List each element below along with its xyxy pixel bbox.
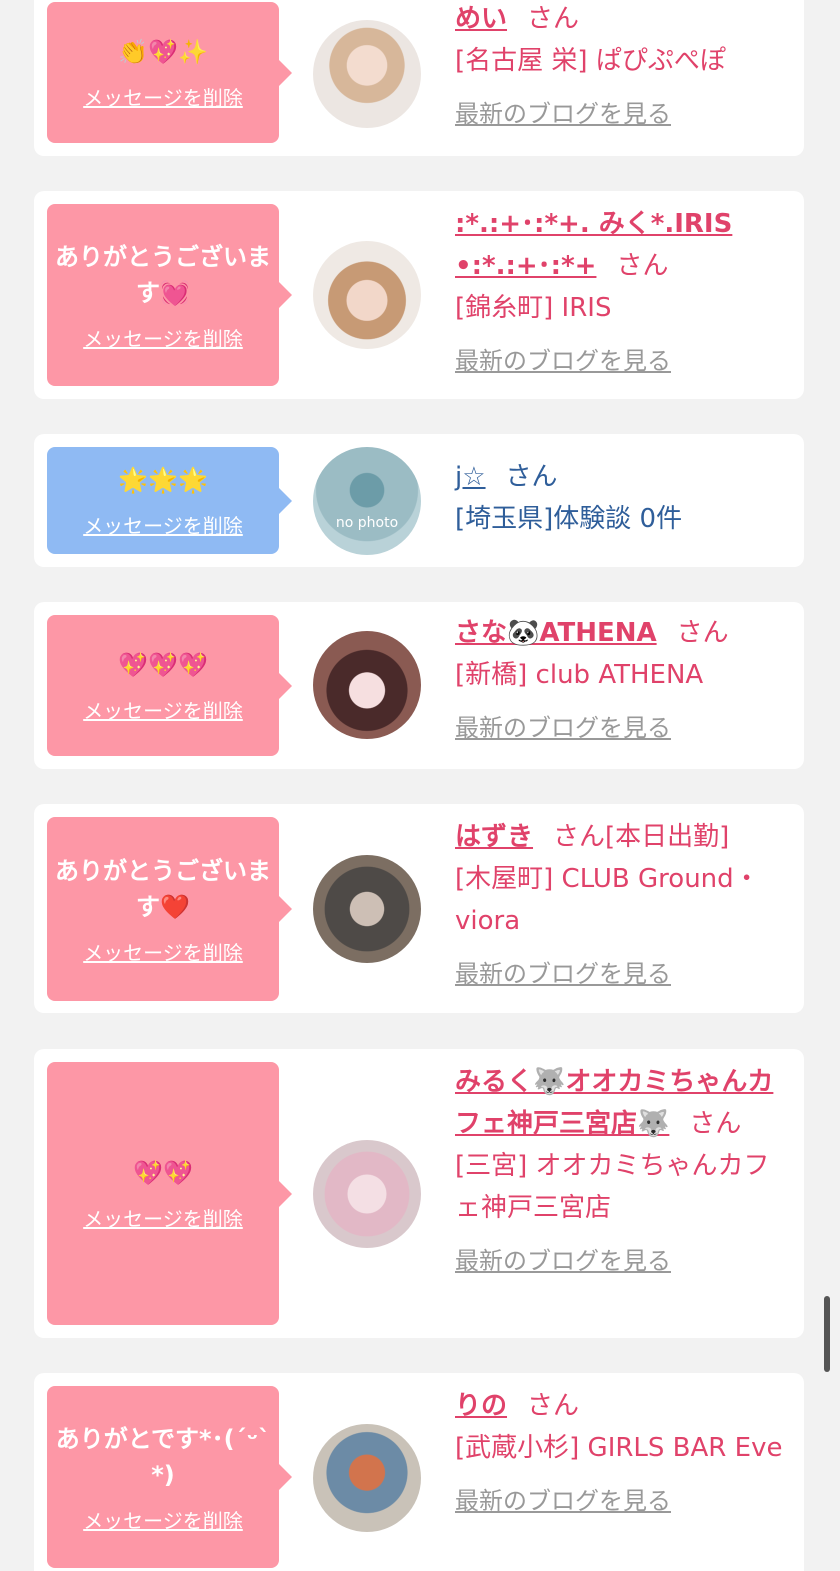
delete-message-link[interactable]: メッセージを削除 xyxy=(83,510,243,539)
latest-blog-link[interactable]: 最新のブログを見る xyxy=(455,341,671,376)
avatar[interactable]: no photo xyxy=(313,447,421,555)
message-bubble: ありがとです*･(ˊᵕˋ*) メッセージを削除 xyxy=(47,1386,292,1568)
name-line: j☆ さん xyxy=(455,456,791,498)
user-region-reviews: [埼玉県]体験談 0件 xyxy=(455,504,683,534)
honorific: さん xyxy=(527,4,580,34)
cast-name-link[interactable]: :*.:+･:*+. みく*.IRIS •:*.:+･:*+ xyxy=(455,209,732,281)
cast-info: :*.:+･:*+. みく*.IRIS •:*.:+･:*+ さん [錦糸町] I… xyxy=(455,203,791,376)
avatar[interactable] xyxy=(313,1140,421,1248)
message-text: 👏💖✨ xyxy=(118,38,208,66)
honorific: さん xyxy=(553,822,606,852)
on-duty-badge: [本日出勤] xyxy=(605,822,730,852)
message-card: 🌟🌟🌟 メッセージを削除 no photo j☆ さん [埼玉県]体験談 0件 xyxy=(34,434,804,567)
avatar[interactable] xyxy=(313,1424,421,1532)
name-line: さな🐼ATHENA さん xyxy=(455,612,791,654)
cast-name-link[interactable]: はずき xyxy=(455,822,533,852)
cast-name-link[interactable]: めい xyxy=(455,4,507,34)
delete-message-link[interactable]: メッセージを削除 xyxy=(83,937,243,966)
latest-blog-link[interactable]: 最新のブログを見る xyxy=(455,708,671,743)
message-card: 👏💖✨ メッセージを削除 めい さん [名古屋 栄] ぱぴぷぺぽ 最新のブログを見… xyxy=(34,0,804,156)
message-bubble: ありがとうございます❤️ メッセージを削除 xyxy=(47,817,292,1001)
honorific: さん xyxy=(527,1391,580,1421)
message-card: ありがとです*･(ˊᵕˋ*) メッセージを削除 りの さん [武蔵小杉] GIRL… xyxy=(34,1373,804,1571)
name-line: はずき さん[本日出勤] xyxy=(455,816,791,858)
shop-name: [武蔵小杉] GIRLS BAR Eve xyxy=(455,1433,783,1463)
avatar[interactable] xyxy=(313,855,421,963)
name-line: :*.:+･:*+. みく*.IRIS •:*.:+･:*+ さん xyxy=(455,203,791,287)
message-text: 🌟🌟🌟 xyxy=(118,466,208,494)
latest-blog-link[interactable]: 最新のブログを見る xyxy=(455,1241,671,1276)
latest-blog-link[interactable]: 最新のブログを見る xyxy=(455,954,671,989)
cast-info: はずき さん[本日出勤] [木屋町] CLUB Ground・viora 最新のブ… xyxy=(455,816,791,989)
message-text: ありがとうございます💓 xyxy=(55,242,271,307)
message-bubble: 💖💖 メッセージを削除 xyxy=(47,1062,292,1325)
honorific: さん xyxy=(689,1109,742,1139)
message-bubble: ありがとうございます💓 メッセージを削除 xyxy=(47,204,292,386)
user-name-link[interactable]: j☆ xyxy=(455,462,486,492)
message-card: ありがとうございます❤️ メッセージを削除 はずき さん[本日出勤] [木屋町] … xyxy=(34,804,804,1013)
shop-name: [名古屋 栄] ぱぴぷぺぽ xyxy=(455,46,726,76)
latest-blog-link[interactable]: 最新のブログを見る xyxy=(455,1481,671,1516)
delete-message-link[interactable]: メッセージを削除 xyxy=(83,1203,243,1232)
cast-name-link[interactable]: りの xyxy=(455,1391,507,1421)
message-text: ありがとうございます❤️ xyxy=(55,856,271,921)
message-bubble: 🌟🌟🌟 メッセージを削除 xyxy=(47,447,292,554)
message-text: 💖💖 xyxy=(133,1159,193,1187)
cast-name-link[interactable]: さな🐼ATHENA xyxy=(455,618,657,648)
message-text: ありがとです*･(ˊᵕˋ*) xyxy=(55,1424,271,1489)
shop-name: [木屋町] CLUB Ground・viora xyxy=(455,864,760,936)
message-text: 💖💖💖 xyxy=(118,651,208,679)
shop-name: [新橋] club ATHENA xyxy=(455,660,704,690)
message-list: 👏💖✨ メッセージを削除 めい さん [名古屋 栄] ぱぴぷぺぽ 最新のブログを見… xyxy=(0,0,840,1571)
honorific: さん xyxy=(505,462,558,492)
delete-message-link[interactable]: メッセージを削除 xyxy=(83,1505,243,1534)
avatar[interactable] xyxy=(313,20,421,128)
message-card: ありがとうございます💓 メッセージを削除 :*.:+･:*+. みく*.IRIS… xyxy=(34,191,804,399)
honorific: さん xyxy=(676,618,729,648)
honorific: さん xyxy=(616,251,669,281)
cast-info: さな🐼ATHENA さん [新橋] club ATHENA 最新のブログを見る xyxy=(455,612,791,743)
scrollbar[interactable] xyxy=(824,1296,830,1372)
message-bubble: 💖💖💖 メッセージを削除 xyxy=(47,615,292,756)
name-line: りの さん xyxy=(455,1385,791,1427)
delete-message-link[interactable]: メッセージを削除 xyxy=(83,323,243,352)
name-line: めい さん xyxy=(455,0,791,40)
cast-info: めい さん [名古屋 栄] ぱぴぷぺぽ 最新のブログを見る xyxy=(455,0,791,129)
user-info: j☆ さん [埼玉県]体験談 0件 xyxy=(455,456,791,540)
latest-blog-link[interactable]: 最新のブログを見る xyxy=(455,94,671,129)
delete-message-link[interactable]: メッセージを削除 xyxy=(83,695,243,724)
no-photo-label: no photo xyxy=(335,515,399,531)
message-card: 💖💖💖 メッセージを削除 さな🐼ATHENA さん [新橋] club ATHEN… xyxy=(34,602,804,769)
avatar[interactable] xyxy=(313,241,421,349)
name-line: みるく🐺オオカミちゃんカフェ神戸三宮店🐺 さん xyxy=(455,1061,791,1145)
cast-info: りの さん [武蔵小杉] GIRLS BAR Eve 最新のブログを見る xyxy=(455,1385,791,1516)
delete-message-link[interactable]: メッセージを削除 xyxy=(83,82,243,111)
cast-info: みるく🐺オオカミちゃんカフェ神戸三宮店🐺 さん [三宮] オオカミちゃんカフェ神戸… xyxy=(455,1061,791,1276)
shop-name: [三宮] オオカミちゃんカフェ神戸三宮店 xyxy=(455,1151,770,1223)
message-card: 💖💖 メッセージを削除 みるく🐺オオカミちゃんカフェ神戸三宮店🐺 さん [三宮] … xyxy=(34,1049,804,1338)
avatar[interactable] xyxy=(313,631,421,739)
shop-name: [錦糸町] IRIS xyxy=(455,293,612,323)
message-bubble: 👏💖✨ メッセージを削除 xyxy=(47,2,292,143)
